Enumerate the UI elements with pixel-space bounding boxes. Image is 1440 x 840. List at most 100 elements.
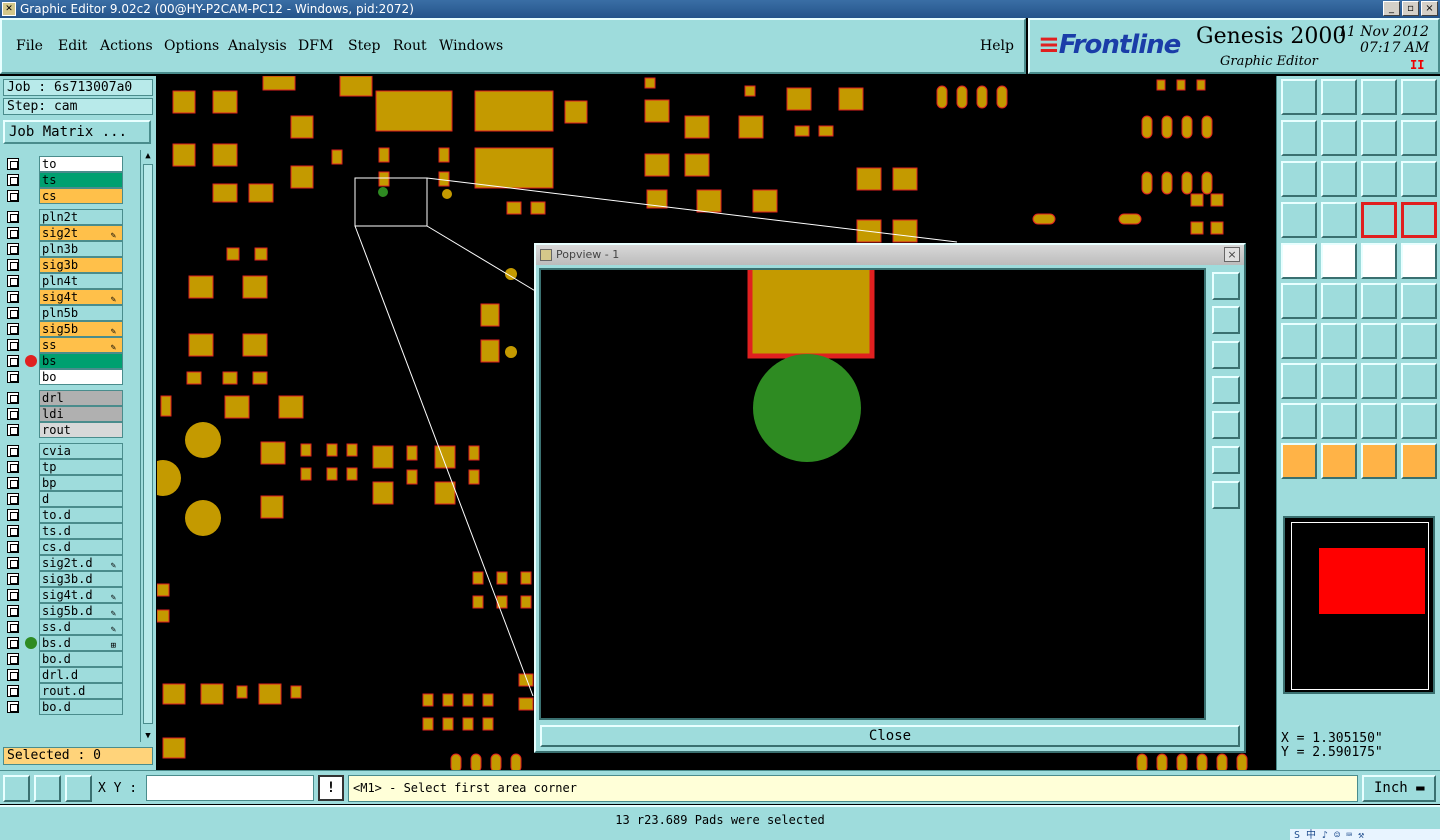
layer-label[interactable]: to: [39, 156, 123, 172]
layer-checkbox[interactable]: [7, 323, 19, 335]
layer-checkbox[interactable]: [7, 621, 19, 633]
menu-options[interactable]: Options: [164, 38, 219, 54]
layer-row-rout.d[interactable]: rout.d: [3, 683, 127, 699]
split-icon[interactable]: [1401, 283, 1437, 319]
layer-row-cs.d[interactable]: cs.d: [3, 539, 127, 555]
layer-row-bp[interactable]: bp: [3, 475, 127, 491]
layer-label[interactable]: sig5b ✎: [39, 321, 123, 337]
layer-row-sig5b[interactable]: sig5b ✎: [3, 321, 127, 337]
layer-checkbox[interactable]: [7, 573, 19, 585]
layer-row-bo[interactable]: bo: [3, 369, 127, 385]
delete-node-icon[interactable]: [1321, 283, 1357, 319]
layer-checkbox[interactable]: [7, 653, 19, 665]
measure-tool-icon[interactable]: [1281, 202, 1317, 238]
layer-row-sig4t.d[interactable]: sig4t.d ✎: [3, 587, 127, 603]
layer-checkbox[interactable]: [7, 493, 19, 505]
layer-label[interactable]: drl: [39, 390, 123, 406]
layer-row-d[interactable]: d: [3, 491, 127, 507]
layer-row-sig3b.d[interactable]: sig3b.d: [3, 571, 127, 587]
popview-close-icon[interactable]: ×: [1224, 247, 1240, 262]
pan-left-icon[interactable]: [1212, 376, 1240, 404]
popview-canvas[interactable]: [539, 268, 1206, 720]
zoom-in-icon[interactable]: [1212, 481, 1240, 509]
layer-checkbox[interactable]: [7, 445, 19, 457]
pointer-circle-icon[interactable]: [1361, 443, 1397, 479]
layer-checkbox[interactable]: [7, 158, 19, 170]
zoom-fit-icon[interactable]: [1281, 161, 1317, 197]
layer-label[interactable]: bp: [39, 475, 123, 491]
layer-checkbox[interactable]: [7, 211, 19, 223]
layer-checkbox[interactable]: [7, 701, 19, 713]
shapes-icon[interactable]: [1401, 363, 1437, 399]
layer-label[interactable]: drl.d: [39, 667, 123, 683]
menu-windows[interactable]: Windows: [439, 38, 503, 54]
pan-down-icon[interactable]: [1212, 341, 1240, 369]
layer-label[interactable]: pln4t: [39, 273, 123, 289]
redraw-icon[interactable]: [1401, 120, 1437, 156]
snap-tool-icon[interactable]: [1321, 243, 1357, 279]
layer-label[interactable]: sig3b: [39, 257, 123, 273]
layer-checkbox[interactable]: [7, 392, 19, 404]
zoom-left-icon[interactable]: [1281, 120, 1317, 156]
layer-row-bs[interactable]: bs: [3, 353, 127, 369]
layer-compare-icon[interactable]: [1401, 202, 1437, 238]
layer-checkbox[interactable]: [7, 424, 19, 436]
move-node-icon[interactable]: [1281, 283, 1317, 319]
layer-label[interactable]: d: [39, 491, 123, 507]
scroll-up-icon[interactable]: ▲: [142, 150, 154, 162]
layer-checkbox[interactable]: [7, 541, 19, 553]
pad-tool-icon[interactable]: [1281, 363, 1317, 399]
layer-label[interactable]: tp: [39, 459, 123, 475]
connect-path-icon[interactable]: [1401, 443, 1437, 479]
layer-label[interactable]: bs.d ⊞: [39, 635, 123, 651]
menu-rout[interactable]: Rout: [393, 38, 427, 54]
measure-icon[interactable]: [34, 775, 61, 802]
layer-row-sig3b[interactable]: sig3b: [3, 257, 127, 273]
layer-label[interactable]: bo: [39, 369, 123, 385]
layer-checkbox[interactable]: [7, 637, 19, 649]
layer-row-cvia[interactable]: cvia: [3, 443, 127, 459]
layer-label[interactable]: pln2t: [39, 209, 123, 225]
pan-right-icon[interactable]: [1212, 411, 1240, 439]
frame-icon[interactable]: [1361, 363, 1397, 399]
layer-row-pln4t[interactable]: pln4t: [3, 273, 127, 289]
zoom-center-icon[interactable]: [1321, 161, 1357, 197]
layer-checkbox[interactable]: [7, 605, 19, 617]
minimize-button[interactable]: _: [1383, 1, 1400, 16]
layer-checkbox[interactable]: [7, 190, 19, 202]
layer-checkbox[interactable]: [7, 275, 19, 287]
triangle-icon[interactable]: [1321, 403, 1357, 439]
menu-help[interactable]: Help: [980, 38, 1014, 54]
layer-checkbox[interactable]: [7, 669, 19, 681]
layer-row-sig5b.d[interactable]: sig5b.d ✎: [3, 603, 127, 619]
layer-row-ts[interactable]: ts: [3, 172, 127, 188]
layer-label[interactable]: sig5b.d ✎: [39, 603, 123, 619]
layer-row-sig2t[interactable]: sig2t ✎: [3, 225, 127, 241]
pan-up-icon[interactable]: [1212, 306, 1240, 334]
layer-label[interactable]: bo.d: [39, 651, 123, 667]
layer-label[interactable]: cvia: [39, 443, 123, 459]
layer-scrollbar[interactable]: ▲ ▼: [140, 150, 154, 742]
layer-label[interactable]: sig4t ✎: [39, 289, 123, 305]
fit-tool-icon[interactable]: [1401, 323, 1437, 359]
units-select[interactable]: Inch ▬: [1362, 775, 1436, 802]
layer-label[interactable]: ss.d ✎: [39, 619, 123, 635]
overview-map[interactable]: [1283, 516, 1435, 694]
polygon-icon[interactable]: [1281, 403, 1317, 439]
layer-checkbox[interactable]: [7, 685, 19, 697]
layer-checkbox[interactable]: [7, 174, 19, 186]
layer-row-sig2t.d[interactable]: sig2t.d ✎: [3, 555, 127, 571]
layer-label[interactable]: ts.d: [39, 523, 123, 539]
grid-toggle-icon[interactable]: [1321, 202, 1357, 238]
layer-label[interactable]: bo.d: [39, 699, 123, 715]
scroll-down-icon[interactable]: ▼: [142, 730, 154, 742]
layer-row-pln3b[interactable]: pln3b: [3, 241, 127, 257]
angle-tool-icon[interactable]: [1281, 323, 1317, 359]
layer-checkbox[interactable]: [7, 589, 19, 601]
layer-checkbox[interactable]: [7, 408, 19, 420]
layer-checkbox[interactable]: [7, 355, 19, 367]
layer-row-rout[interactable]: rout: [3, 422, 127, 438]
layer-row-bo.d[interactable]: bo.d: [3, 651, 127, 667]
zoom-up-icon[interactable]: [1281, 79, 1317, 115]
layer-checkbox[interactable]: [7, 243, 19, 255]
